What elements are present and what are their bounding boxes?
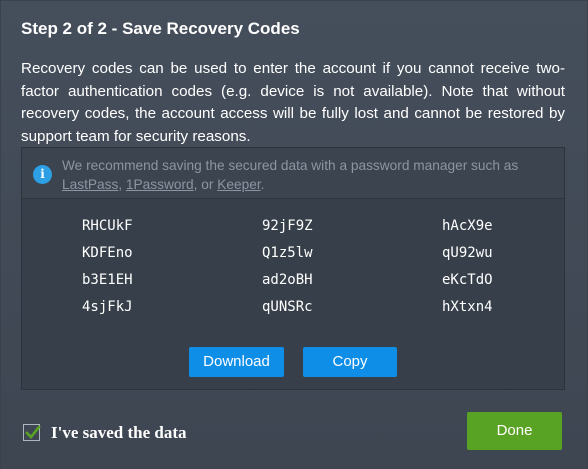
- info-text-end: .: [260, 177, 265, 192]
- done-button[interactable]: Done: [467, 412, 562, 450]
- recovery-code: b3E1EH: [82, 272, 133, 288]
- recovery-code: qUNSRc: [262, 299, 313, 315]
- code-row: b3E1EH ad2oBH eKcTdO: [82, 272, 542, 299]
- checkmark-icon: [25, 425, 41, 439]
- 1password-link[interactable]: 1Password: [126, 177, 194, 192]
- recovery-code: RHCUkF: [82, 218, 133, 234]
- info-text-lead: We recommend saving the secured data wit…: [62, 158, 519, 173]
- recovery-codes-grid: RHCUkF 92jF9Z hAcX9e KDFEno Q1z5lw qU92w…: [82, 218, 542, 326]
- recovery-code: hXtxn4: [442, 299, 493, 315]
- dialog-description: Recovery codes can be used to enter the …: [21, 60, 565, 146]
- info-separator: , or: [193, 177, 218, 192]
- dialog-title: Step 2 of 2 - Save Recovery Codes: [21, 19, 300, 38]
- code-row: 4sjFkJ qUNSRc hXtxn4: [82, 299, 542, 326]
- info-icon: i: [33, 165, 52, 184]
- saved-data-label[interactable]: I've saved the data: [51, 423, 187, 443]
- recovery-code: eKcTdO: [442, 272, 493, 288]
- recovery-code: ad2oBH: [262, 272, 313, 288]
- info-banner: i We recommend saving the secured data w…: [22, 148, 564, 199]
- code-row: RHCUkF 92jF9Z hAcX9e: [82, 218, 542, 245]
- keeper-link[interactable]: Keeper: [217, 177, 260, 192]
- info-separator: ,: [118, 177, 126, 192]
- code-row: KDFEno Q1z5lw qU92wu: [82, 245, 542, 272]
- recovery-code: KDFEno: [82, 245, 133, 261]
- info-text: We recommend saving the secured data wit…: [62, 156, 556, 194]
- lastpass-link[interactable]: LastPass: [62, 177, 118, 192]
- recovery-codes-panel: i We recommend saving the secured data w…: [21, 147, 565, 390]
- recovery-code: Q1z5lw: [262, 245, 313, 261]
- recovery-code: 4sjFkJ: [82, 299, 133, 315]
- recovery-code: hAcX9e: [442, 218, 493, 234]
- copy-button[interactable]: Copy: [303, 347, 397, 377]
- recovery-code: 92jF9Z: [262, 218, 313, 234]
- recovery-code: qU92wu: [442, 245, 493, 261]
- recovery-codes-dialog: Step 2 of 2 - Save Recovery Codes Recove…: [0, 0, 588, 469]
- download-button[interactable]: Download: [189, 347, 284, 377]
- saved-data-checkbox[interactable]: [23, 424, 41, 441]
